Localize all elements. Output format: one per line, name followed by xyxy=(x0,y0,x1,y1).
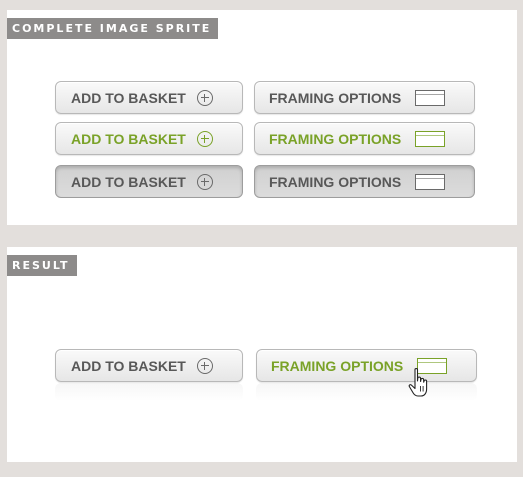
button-label: FRAMING OPTIONS xyxy=(269,130,402,147)
button-label: ADD TO BASKET xyxy=(71,89,186,106)
add-to-basket-button-pressed[interactable]: ADD TO BASKET xyxy=(55,165,243,198)
plus-circle-icon xyxy=(196,173,213,190)
button-label: ADD TO BASKET xyxy=(71,130,186,147)
button-label: FRAMING OPTIONS xyxy=(269,89,402,106)
button-reflection xyxy=(256,383,477,401)
button-reflection xyxy=(55,383,243,401)
button-label: FRAMING OPTIONS xyxy=(271,357,404,374)
frame-icon xyxy=(415,173,446,190)
result-section-label: RESULT xyxy=(7,255,77,276)
framing-options-button[interactable]: FRAMING OPTIONS xyxy=(256,349,477,382)
result-panel: RESULT ADD TO BASKET FRAMING OPTIONS xyxy=(7,247,517,462)
button-label: FRAMING OPTIONS xyxy=(269,173,402,190)
add-to-basket-button-normal[interactable]: ADD TO BASKET xyxy=(55,81,243,114)
framing-options-button-pressed[interactable]: FRAMING OPTIONS xyxy=(254,165,475,198)
framing-options-button-normal[interactable]: FRAMING OPTIONS xyxy=(254,81,475,114)
plus-circle-icon xyxy=(196,89,213,106)
add-to-basket-button-hover[interactable]: ADD TO BASKET xyxy=(55,122,243,155)
plus-circle-icon xyxy=(196,357,213,374)
button-label: ADD TO BASKET xyxy=(71,173,186,190)
plus-circle-icon xyxy=(196,130,213,147)
hand-pointer-icon xyxy=(408,367,428,397)
frame-icon xyxy=(415,130,446,147)
sprite-section-label: COMPLETE IMAGE SPRITE xyxy=(7,18,219,39)
framing-options-button-hover[interactable]: FRAMING OPTIONS xyxy=(254,122,475,155)
add-to-basket-button[interactable]: ADD TO BASKET xyxy=(55,349,243,382)
frame-icon xyxy=(415,89,446,106)
button-label: ADD TO BASKET xyxy=(71,357,186,374)
sprite-panel: COMPLETE IMAGE SPRITE ADD TO BASKET FRAM… xyxy=(7,10,517,225)
